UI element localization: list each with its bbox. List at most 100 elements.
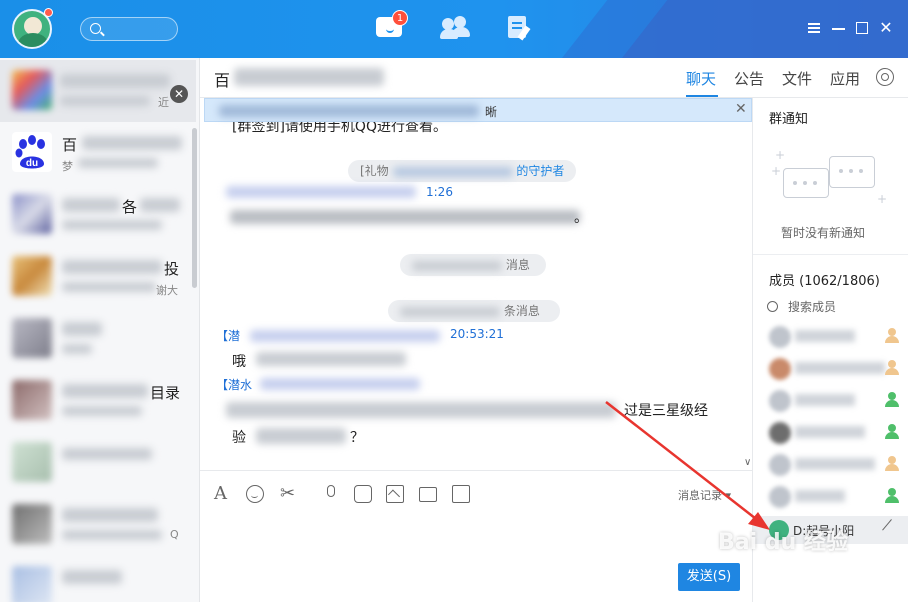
title-bar: 1 ✕ bbox=[0, 0, 908, 58]
list-item[interactable] bbox=[0, 432, 196, 494]
message-text: ？ bbox=[350, 430, 364, 446]
contacts-icon[interactable] bbox=[440, 14, 470, 40]
chat-title: 百 bbox=[214, 71, 231, 90]
system-message: 条消息 bbox=[388, 300, 560, 322]
message-text: 哦 bbox=[232, 354, 246, 370]
list-item[interactable] bbox=[0, 556, 196, 602]
member-row[interactable] bbox=[769, 420, 905, 446]
system-message-text: 消息 bbox=[505, 258, 530, 272]
tab-files[interactable]: 文件 bbox=[782, 68, 812, 89]
conversation-avatar bbox=[12, 504, 52, 544]
list-item[interactable]: 近 bbox=[0, 60, 196, 122]
chevron-down-icon[interactable]: ∨ bbox=[744, 457, 751, 468]
conversation-avatar bbox=[12, 566, 52, 602]
list-item[interactable]: 各 bbox=[0, 184, 196, 246]
baidu-paw-icon: du bbox=[12, 132, 52, 172]
admin-icon bbox=[885, 424, 899, 440]
scrollbar[interactable] bbox=[192, 128, 197, 288]
message-history-label: 消息记录 bbox=[678, 489, 722, 502]
conversation-avatar bbox=[12, 318, 52, 358]
message-history-button[interactable]: 消息记录 ▾ bbox=[678, 487, 731, 503]
search-input[interactable] bbox=[80, 17, 178, 41]
member-search-input[interactable]: 搜索成员 bbox=[767, 298, 836, 315]
edit-pencil-icon[interactable] bbox=[882, 519, 902, 539]
system-message: 消息 bbox=[400, 254, 546, 276]
conversation-avatar bbox=[12, 70, 52, 110]
search-icon bbox=[90, 23, 101, 34]
chat-header: 百 聊天 公告 文件 应用 bbox=[200, 58, 908, 98]
system-message: [礼物 的守护者 bbox=[348, 160, 577, 182]
conversation-name: 投 bbox=[164, 260, 180, 278]
no-notice-text: 暂时没有新通知 bbox=[781, 226, 866, 240]
conversation-preview: 近 bbox=[158, 96, 169, 109]
conversation-avatar bbox=[12, 256, 52, 296]
message-text: 验 bbox=[232, 430, 246, 446]
conversation-avatar bbox=[12, 194, 52, 234]
tab-announcement[interactable]: 公告 bbox=[734, 68, 764, 89]
system-message-text: 条消息 bbox=[503, 304, 540, 318]
admin-icon bbox=[885, 392, 899, 408]
send-button[interactable]: 发送(S) bbox=[678, 563, 740, 591]
member-row[interactable] bbox=[769, 324, 905, 350]
message-text: [群签到]请使用手机QQ进行查看。 bbox=[232, 122, 447, 135]
list-item[interactable]: Q bbox=[0, 494, 196, 556]
input-toolbar: A ✂ 消息记录 ▾ 发送(S) bbox=[200, 470, 752, 602]
system-message-text: [礼物 bbox=[360, 164, 389, 178]
status-dot bbox=[44, 8, 53, 17]
message-text: 过是三星级经 bbox=[624, 403, 708, 419]
list-item[interactable]: 目录 bbox=[0, 370, 196, 432]
conversation-preview: 谢大 bbox=[156, 284, 178, 297]
owner-icon bbox=[885, 456, 899, 472]
watermark: Bai du 经验 bbox=[718, 530, 848, 555]
close-announcement-icon[interactable]: ✕ bbox=[735, 101, 747, 117]
unread-badge: 1 bbox=[392, 10, 408, 26]
empty-notice-illustration: + + + bbox=[771, 148, 888, 206]
search-icon bbox=[767, 301, 778, 312]
conversation-avatar bbox=[12, 380, 52, 420]
message-area: [群签到]请使用手机QQ进行查看。 [礼物 的守护者 1:26 。 消息 条消息… bbox=[200, 122, 752, 470]
system-message-link[interactable]: 的守护者 bbox=[516, 164, 564, 178]
member-row[interactable] bbox=[769, 388, 905, 414]
conversation-name: 百 bbox=[62, 136, 78, 154]
message-sender[interactable]: 【潜水 bbox=[216, 376, 252, 393]
member-row[interactable] bbox=[769, 484, 905, 510]
conversation-name: 各 bbox=[122, 198, 138, 216]
admin-icon bbox=[885, 488, 899, 504]
owner-icon bbox=[885, 328, 899, 344]
member-search-placeholder: 搜索成员 bbox=[788, 300, 837, 314]
font-icon[interactable]: A bbox=[214, 485, 232, 503]
close-conversation-icon[interactable]: ✕ bbox=[170, 85, 188, 103]
member-count: 成员 (1062/1806) bbox=[769, 274, 880, 289]
list-item[interactable]: du 百 梦 bbox=[0, 122, 196, 184]
announcement-bar[interactable]: 晰 ✕ bbox=[204, 98, 752, 122]
list-item[interactable] bbox=[0, 308, 196, 370]
message-time: 20:53:21 bbox=[450, 327, 504, 341]
group-notice-title: 群通知 bbox=[769, 112, 809, 127]
divider bbox=[753, 254, 908, 255]
notes-icon[interactable] bbox=[506, 14, 536, 41]
sticker-icon[interactable] bbox=[354, 485, 372, 503]
owner-icon bbox=[885, 360, 899, 376]
member-row[interactable] bbox=[769, 356, 905, 382]
microphone-icon[interactable] bbox=[322, 485, 340, 503]
settings-gear-icon[interactable] bbox=[876, 68, 894, 86]
message-sender[interactable]: 【潜 bbox=[216, 327, 240, 344]
conversation-name: 目录 bbox=[150, 384, 181, 402]
svg-text:du: du bbox=[26, 158, 38, 169]
minimize-icon[interactable] bbox=[828, 18, 848, 38]
announcement-text: 晰 bbox=[485, 105, 498, 119]
maximize-icon[interactable] bbox=[852, 18, 872, 38]
list-item[interactable]: 投 谢大 bbox=[0, 246, 196, 308]
tab-chat[interactable]: 聊天 bbox=[686, 68, 716, 89]
tab-apps[interactable]: 应用 bbox=[830, 68, 860, 89]
screenshot-scissors-icon[interactable]: ✂ bbox=[280, 485, 298, 503]
emoji-icon[interactable] bbox=[246, 485, 264, 503]
menu-icon[interactable] bbox=[804, 18, 824, 38]
member-row[interactable] bbox=[769, 452, 905, 478]
close-icon[interactable]: ✕ bbox=[876, 18, 896, 38]
active-tab-indicator bbox=[686, 95, 718, 97]
red-packet-icon[interactable] bbox=[452, 485, 470, 503]
conversation-list: 近 du 百 梦 各 投 谢大 目录 Q bbox=[0, 58, 200, 602]
image-icon[interactable] bbox=[386, 485, 404, 503]
folder-icon[interactable] bbox=[419, 487, 437, 502]
